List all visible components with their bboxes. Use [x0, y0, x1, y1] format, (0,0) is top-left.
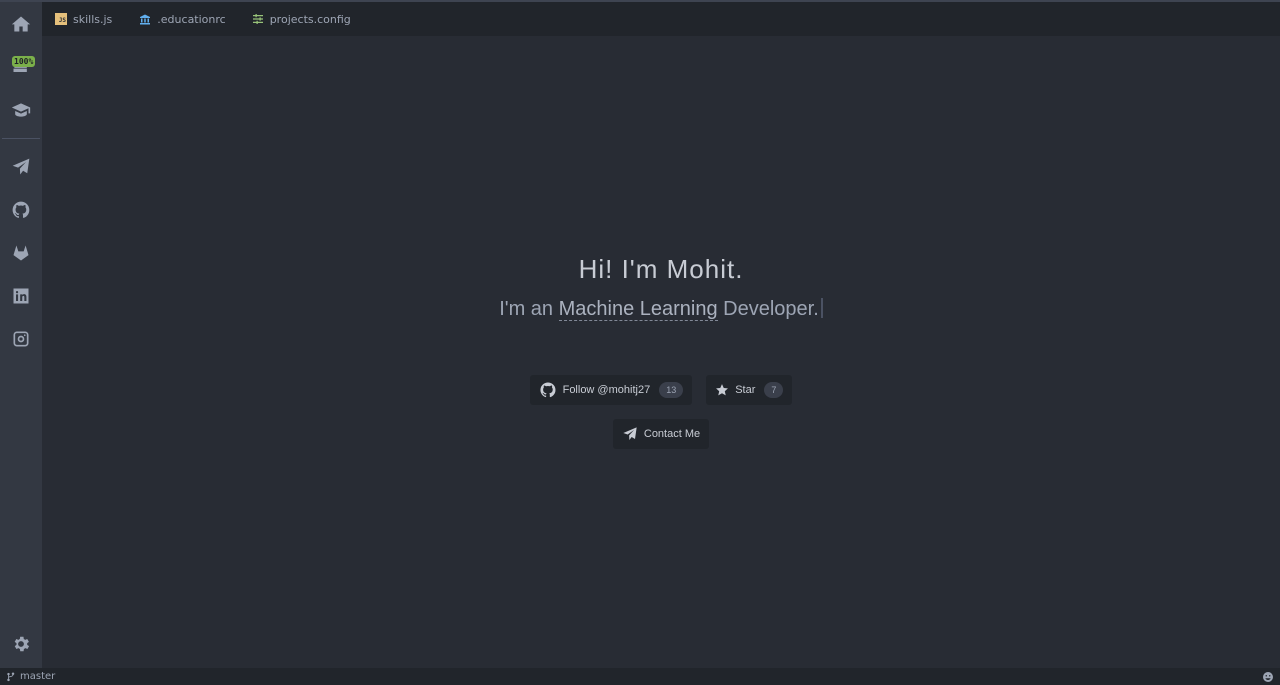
star-icon: [716, 384, 729, 396]
tab-label: .educationrc: [157, 12, 226, 26]
contact-button[interactable]: Contact Me: [612, 419, 710, 449]
activity-bar: 100%: [0, 0, 42, 668]
instagram-link[interactable]: [0, 317, 42, 360]
star-button[interactable]: Star 7: [706, 375, 793, 405]
branch-name[interactable]: master: [20, 671, 55, 682]
subtitle: I'm an Machine Learning Developer.: [42, 298, 1280, 321]
linkedin-link[interactable]: [0, 274, 42, 317]
paper-plane-icon: [623, 427, 637, 440]
tab-label: skills.js: [73, 12, 113, 26]
typing-cursor: [820, 298, 823, 318]
smiley-icon[interactable]: [1262, 671, 1274, 683]
gitlab-icon: [13, 245, 29, 260]
home-button[interactable]: [0, 2, 42, 45]
tab-bar: JS skills.js .educationrc projects.confi…: [42, 0, 1280, 36]
follow-label: Follow @mohitj27: [562, 384, 651, 396]
status-bar: master: [0, 668, 1280, 685]
follow-button[interactable]: Follow @mohitj27 13: [529, 375, 693, 405]
tab-label: projects.config: [269, 12, 351, 26]
divider: [2, 138, 40, 139]
github-link[interactable]: [0, 188, 42, 231]
js-file-icon: JS: [55, 13, 67, 25]
contact-row: Contact Me: [42, 419, 1280, 449]
star-count[interactable]: 7: [764, 382, 784, 398]
tab-education[interactable]: .educationrc: [125, 2, 238, 36]
tab-skills[interactable]: JS skills.js: [42, 2, 125, 36]
main-content: Hi! I'm Mohit. I'm an Machine Learning D…: [42, 36, 1280, 668]
role-text: Machine Learning: [558, 298, 718, 321]
bank-icon: [139, 13, 151, 25]
home-icon: [11, 16, 31, 31]
git-branch-icon: [7, 671, 15, 681]
contact-label: Contact Me: [643, 428, 701, 440]
github-icon: [12, 201, 30, 218]
progress-badge: 100%: [12, 56, 36, 67]
follower-count[interactable]: 13: [659, 382, 684, 398]
page-title: Hi! I'm Mohit.: [578, 254, 744, 284]
graduation-cap-icon: [11, 102, 31, 117]
gitlab-link[interactable]: [0, 231, 42, 274]
subtitle-suffix: Developer.: [723, 298, 819, 320]
paper-plane-icon: [12, 158, 30, 174]
skills-button[interactable]: 100%: [0, 45, 42, 88]
contact-button[interactable]: [0, 145, 42, 188]
github-icon: [540, 382, 556, 398]
settings-button[interactable]: [0, 622, 42, 665]
linkedin-icon: [13, 288, 29, 303]
gear-icon: [14, 636, 30, 651]
sliders-icon: [252, 13, 264, 25]
education-button[interactable]: [0, 88, 42, 131]
tab-projects[interactable]: projects.config: [239, 2, 364, 36]
subtitle-prefix: I'm an: [499, 298, 554, 320]
instagram-icon: [13, 331, 29, 346]
star-label: Star: [735, 384, 756, 396]
github-buttons: Follow @mohitj27 13 Star 7: [42, 375, 1280, 405]
